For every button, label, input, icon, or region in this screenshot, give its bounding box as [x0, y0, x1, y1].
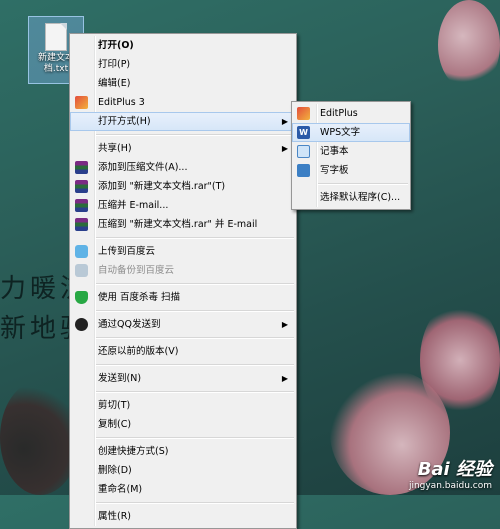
baidu-jingyan-watermark: Bai 经验 jingyan.baidu.com: [409, 455, 492, 491]
submenu-item-wps-writer[interactable]: W WPS文字: [292, 123, 410, 142]
menu-separator: [318, 183, 408, 185]
menu-item-delete[interactable]: 删除(D): [70, 461, 296, 480]
menu-item-label: 添加到压缩文件(A)...: [98, 162, 188, 173]
wps-writer-icon: W: [297, 126, 310, 139]
menu-separator: [96, 391, 294, 393]
menu-item-upload-baidu[interactable]: 上传到百度云: [70, 242, 296, 261]
menu-item-compress-rar-email[interactable]: 压缩到 "新建文本文档.rar" 并 E-mail: [70, 215, 296, 234]
menu-item-restore-versions[interactable]: 还原以前的版本(V): [70, 342, 296, 361]
submenu-arrow-icon: ▶: [281, 144, 288, 153]
watermark-brand: Bai 经验: [417, 459, 492, 480]
qq-penguin-icon: [75, 318, 88, 331]
menu-item-label: 还原以前的版本(V): [98, 346, 179, 357]
baidu-cloud-icon: [75, 264, 88, 277]
menu-item-add-to-rar[interactable]: 添加到 "新建文本文档.rar"(T): [70, 177, 296, 196]
menu-item-label: 选择默认程序(C)...: [320, 192, 401, 203]
menu-item-baidu-antivirus-scan[interactable]: 使用 百度杀毒 扫描: [70, 288, 296, 307]
menu-separator: [96, 337, 294, 339]
winrar-icon: [75, 218, 88, 231]
context-menu: 打开(O) 打印(P) 编辑(E) EditPlus 3 打开方式(H) ▶ 共享…: [69, 33, 297, 529]
winrar-icon: [75, 199, 88, 212]
blossom-decoration: [0, 380, 80, 495]
menu-item-send-via-qq[interactable]: 通过QQ发送到 ▶: [70, 315, 296, 334]
menu-item-label: WPS文字: [320, 127, 361, 138]
menu-item-label: 上传到百度云: [98, 246, 156, 257]
menu-item-print[interactable]: 打印(P): [70, 55, 296, 74]
menu-item-create-shortcut[interactable]: 创建快捷方式(S): [70, 442, 296, 461]
winrar-icon: [75, 161, 88, 174]
menu-item-edit[interactable]: 编辑(E): [70, 74, 296, 93]
submenu-item-wordpad[interactable]: 写字板: [292, 161, 410, 180]
menu-item-open[interactable]: 打开(O): [70, 36, 296, 55]
editplus-icon: [297, 107, 310, 120]
menu-item-label: 删除(D): [98, 465, 132, 476]
text-file-icon: [45, 23, 67, 51]
menu-item-label: 重命名(M): [98, 484, 143, 495]
submenu-arrow-icon: ▶: [281, 320, 288, 329]
menu-item-label: 打印(P): [98, 59, 131, 70]
menu-item-auto-backup-baidu: 自动备份到百度云: [70, 261, 296, 280]
menu-item-send-to[interactable]: 发送到(N) ▶: [70, 369, 296, 388]
menu-separator: [96, 437, 294, 439]
baidu-cloud-icon: [75, 245, 88, 258]
menu-item-label: 属性(R): [98, 511, 132, 522]
menu-item-label: 打开方式(H): [98, 116, 151, 127]
menu-separator: [96, 237, 294, 239]
menu-item-label: 记事本: [320, 146, 349, 157]
menu-item-label: 创建快捷方式(S): [98, 446, 169, 457]
open-with-submenu: EditPlus W WPS文字 记事本 写字板 选择默认程序(C)...: [291, 101, 411, 210]
menu-item-label: 发送到(N): [98, 373, 142, 384]
menu-item-label: 打开(O): [98, 40, 134, 51]
menu-item-share[interactable]: 共享(H) ▶: [70, 139, 296, 158]
menu-item-rename[interactable]: 重命名(M): [70, 480, 296, 499]
menu-separator: [96, 310, 294, 312]
menu-item-label: 通过QQ发送到: [98, 319, 161, 330]
menu-separator: [96, 502, 294, 504]
menu-item-label: 压缩到 "新建文本文档.rar" 并 E-mail: [98, 219, 258, 230]
menu-item-label: EditPlus 3: [98, 97, 145, 108]
winrar-icon: [75, 180, 88, 193]
submenu-item-choose-default[interactable]: 选择默认程序(C)...: [292, 188, 410, 207]
menu-item-cut[interactable]: 剪切(T): [70, 396, 296, 415]
menu-item-label: 编辑(E): [98, 78, 131, 89]
editplus-icon: [75, 96, 88, 109]
notepad-icon: [297, 145, 310, 158]
menu-separator: [96, 283, 294, 285]
menu-item-label: 共享(H): [98, 143, 132, 154]
menu-item-label: 剪切(T): [98, 400, 131, 411]
submenu-item-notepad[interactable]: 记事本: [292, 142, 410, 161]
menu-item-open-with[interactable]: 打开方式(H) ▶: [70, 112, 296, 131]
submenu-arrow-icon: ▶: [281, 117, 288, 126]
menu-item-add-to-archive[interactable]: 添加到压缩文件(A)...: [70, 158, 296, 177]
menu-item-label: 使用 百度杀毒 扫描: [98, 292, 181, 303]
menu-item-label: 写字板: [320, 165, 349, 176]
menu-separator: [96, 364, 294, 366]
blossom-decoration: [438, 0, 500, 90]
watermark-url: jingyan.baidu.com: [408, 481, 492, 491]
wordpad-icon: [297, 164, 310, 177]
submenu-arrow-icon: ▶: [281, 374, 288, 383]
menu-item-label: 添加到 "新建文本文档.rar"(T): [98, 181, 226, 192]
menu-item-label: 压缩并 E-mail...: [98, 200, 169, 211]
menu-item-compress-email[interactable]: 压缩并 E-mail...: [70, 196, 296, 215]
menu-item-editplus[interactable]: EditPlus 3: [70, 93, 296, 112]
menu-item-label: 自动备份到百度云: [98, 265, 175, 276]
menu-item-properties[interactable]: 属性(R): [70, 507, 296, 526]
submenu-item-editplus[interactable]: EditPlus: [292, 104, 410, 123]
menu-item-label: EditPlus: [320, 108, 358, 119]
shield-icon: [75, 291, 88, 304]
menu-item-label: 复制(C): [98, 419, 132, 430]
menu-separator: [96, 134, 294, 136]
menu-item-copy[interactable]: 复制(C): [70, 415, 296, 434]
